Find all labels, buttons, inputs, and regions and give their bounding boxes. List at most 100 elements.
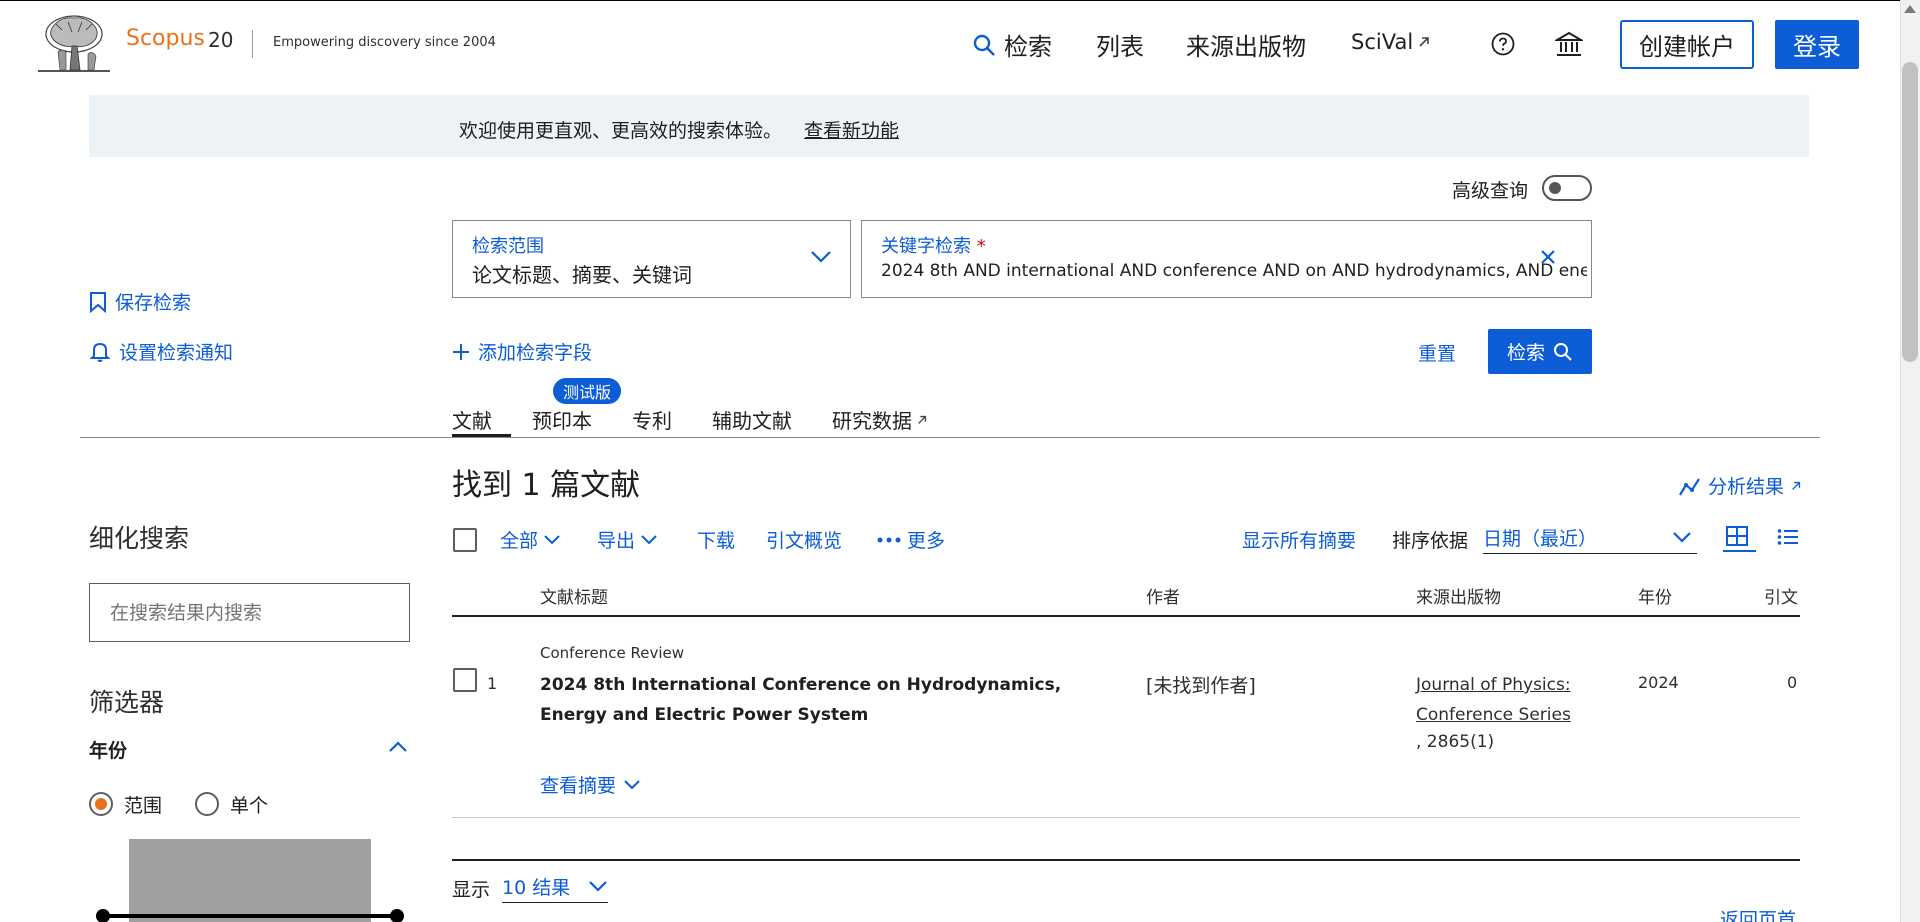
view-abstract-label: 查看摘要	[540, 775, 617, 797]
column-header-title[interactable]: 文献标题	[540, 583, 608, 608]
document-year: 2024	[1638, 673, 1679, 692]
document-citations[interactable]: 0	[1787, 673, 1797, 692]
table-footer-divider	[452, 859, 1800, 861]
nav-scival-label: SciVal	[1351, 30, 1414, 54]
set-alert-link[interactable]: 设置检索通知	[89, 338, 233, 365]
banner-text: 欢迎使用更直观、更高效的搜索体验。	[459, 120, 783, 142]
chevron-down-icon	[544, 534, 560, 545]
filters-title: 筛选器	[89, 688, 165, 717]
row-checkbox[interactable]	[453, 668, 477, 692]
search-scope-label: 检索范围	[472, 236, 544, 257]
save-search-label: 保存检索	[115, 292, 192, 314]
help-icon[interactable]	[1491, 32, 1515, 56]
sort-label: 排序依据	[1392, 530, 1469, 552]
brand-version: 20	[208, 28, 234, 52]
set-alert-label: 设置检索通知	[119, 342, 234, 364]
save-search-link[interactable]: 保存检索	[89, 288, 191, 315]
chevron-down-icon	[1672, 531, 1692, 543]
document-authors: [未找到作者]	[1146, 675, 1256, 697]
nav-sources[interactable]: 来源出版物	[1186, 27, 1306, 62]
select-all-checkbox[interactable]	[453, 528, 477, 552]
download-button[interactable]: 下载	[697, 526, 735, 553]
back-to-top-link[interactable]: 返回页首	[1720, 905, 1796, 922]
scroll-up-arrow-icon[interactable]	[1903, 4, 1917, 14]
clear-icon[interactable]	[1540, 249, 1556, 265]
show-all-abstracts-button[interactable]: 显示所有摘要	[1242, 526, 1356, 553]
column-header-source[interactable]: 来源出版物	[1416, 583, 1501, 608]
keyword-search-input[interactable]: 2024 8th AND international AND conferenc…	[881, 261, 1587, 281]
scrollbar-thumb[interactable]	[1902, 62, 1918, 362]
citation-overview-button[interactable]: 引文概览	[766, 526, 842, 553]
analyze-results-label: 分析结果	[1708, 476, 1785, 498]
chevron-up-icon[interactable]	[388, 741, 408, 753]
brand-name[interactable]: Scopus	[126, 26, 205, 51]
year-slider-min-handle[interactable]	[96, 909, 110, 922]
year-slider-max-handle[interactable]	[390, 909, 404, 922]
plus-icon	[452, 343, 470, 361]
export-dropdown[interactable]: 导出	[597, 526, 657, 553]
advanced-query-label: 高级查询	[1452, 180, 1529, 202]
nav-search-label: 检索	[1004, 33, 1052, 61]
column-header-year[interactable]: 年份	[1638, 583, 1672, 608]
add-search-field-button[interactable]: 添加检索字段	[452, 338, 592, 365]
list-view-icon[interactable]	[1777, 528, 1799, 546]
brand-divider	[252, 30, 253, 58]
document-volume: , 2865(1)	[1416, 732, 1495, 752]
top-border	[0, 0, 1920, 1]
year-single-label: 单个	[230, 795, 269, 817]
year-histogram-bar	[129, 839, 371, 922]
year-slider-track[interactable]	[102, 914, 398, 918]
search-submit-button[interactable]: 检索	[1488, 329, 1592, 374]
view-abstract-button[interactable]: 查看摘要	[540, 771, 640, 798]
column-header-authors[interactable]: 作者	[1146, 583, 1180, 608]
year-filter-label: 年份	[89, 740, 128, 762]
advanced-query-toggle[interactable]	[1542, 175, 1592, 201]
more-label: 更多	[907, 530, 946, 552]
year-range-label: 范围	[124, 795, 163, 817]
more-button[interactable]: 更多	[877, 526, 945, 553]
year-range-radio[interactable]	[89, 792, 113, 816]
tab-secondary-documents[interactable]: 辅助文献	[712, 405, 792, 434]
toggle-knob	[1549, 182, 1561, 194]
add-search-field-label: 添加检索字段	[478, 342, 593, 364]
table-header-divider	[452, 615, 1800, 617]
tabs-divider	[80, 437, 1820, 438]
radio-selected-dot	[95, 798, 107, 810]
nav-scival[interactable]: SciVal	[1351, 30, 1431, 54]
login-button[interactable]: 登录	[1775, 20, 1859, 69]
external-link-icon	[916, 414, 928, 426]
more-dots-icon	[877, 537, 901, 543]
year-single-radio[interactable]	[195, 792, 219, 816]
search-icon	[972, 33, 996, 57]
chevron-down-icon	[810, 250, 832, 264]
sort-select[interactable]: 日期（最近）	[1483, 524, 1697, 554]
select-all-dropdown[interactable]: 全部	[500, 526, 560, 553]
tab-preprints[interactable]: 预印本	[532, 405, 592, 434]
document-title-link[interactable]: 2024 8th International Conference on Hyd…	[540, 670, 1080, 730]
reset-button[interactable]: 重置	[1418, 339, 1456, 366]
tab-documents[interactable]: 文献	[452, 405, 492, 434]
table-view-icon[interactable]	[1726, 526, 1748, 546]
refine-search-title: 细化搜索	[89, 524, 190, 553]
elsevier-tree-logo[interactable]	[38, 12, 110, 74]
institution-icon[interactable]	[1555, 30, 1583, 58]
analyze-results-link[interactable]: 分析结果	[1678, 472, 1802, 499]
column-header-citations[interactable]: 引文	[1764, 583, 1798, 608]
nav-search[interactable]: 检索	[972, 27, 1052, 62]
create-account-button[interactable]: 创建帐户	[1620, 20, 1754, 69]
results-count: 找到 1 篇文献	[452, 468, 641, 503]
chevron-down-icon	[588, 880, 608, 892]
external-link-icon	[1417, 35, 1431, 49]
document-type: Conference Review	[540, 644, 685, 662]
chevron-down-icon	[641, 534, 657, 545]
bookmark-icon	[89, 291, 107, 313]
nav-lists[interactable]: 列表	[1096, 27, 1144, 62]
refine-search-input[interactable]	[89, 583, 410, 642]
tab-patents[interactable]: 专利	[632, 405, 672, 434]
tab-research-data[interactable]: 研究数据	[832, 405, 928, 434]
chevron-down-icon	[624, 779, 640, 790]
bell-icon	[89, 341, 111, 363]
banner-whats-new-link[interactable]: 查看新功能	[804, 116, 899, 143]
document-source-link[interactable]: Journal of Physics: Conference Series	[1416, 670, 1596, 730]
required-marker: *	[976, 236, 986, 257]
